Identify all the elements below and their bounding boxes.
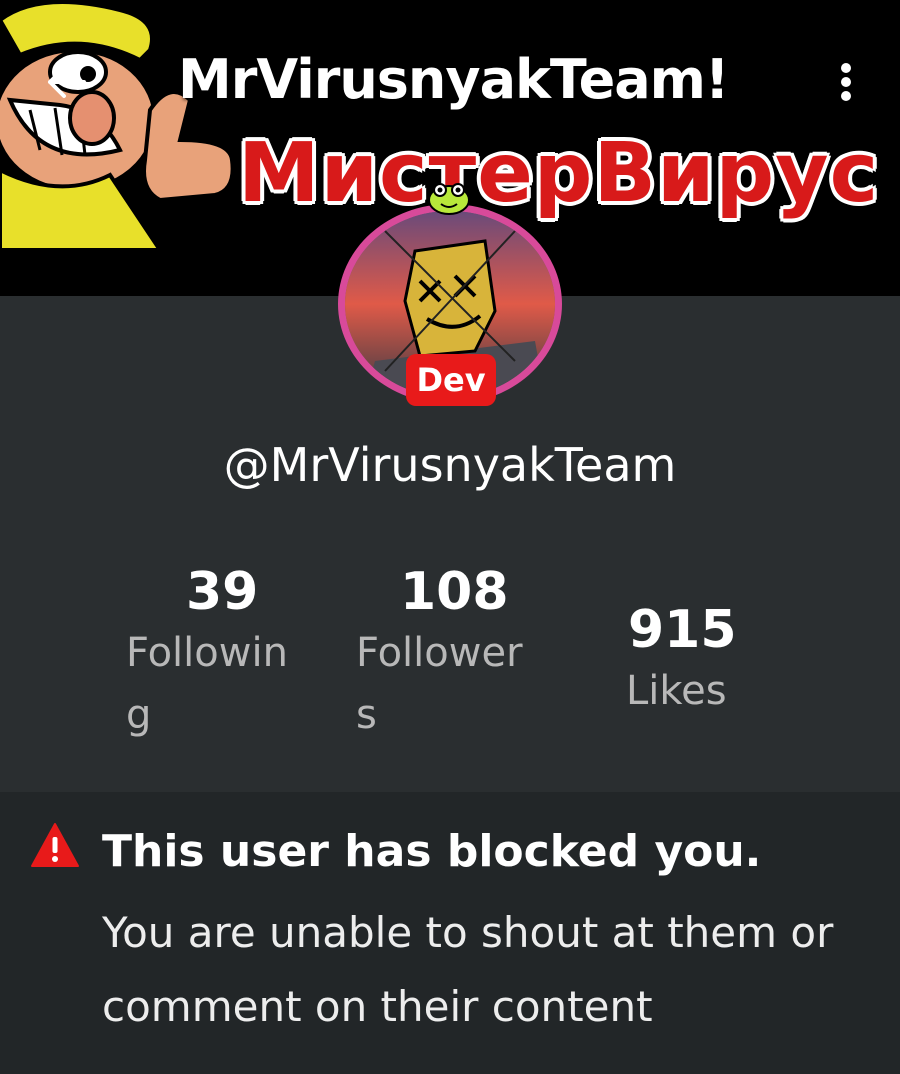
back-arrow-icon (48, 66, 86, 98)
likes-label: Likes (626, 668, 727, 714)
followers-count: 108 (400, 562, 509, 622)
following-label-line1: Followin (126, 630, 288, 676)
likes-count: 915 (628, 600, 737, 660)
notice-body: You are unable to shout at them or comme… (102, 908, 834, 1031)
following-stat[interactable]: 39 Followin g (126, 562, 316, 746)
banner-cartoon-image (0, 0, 235, 252)
followers-label-line2: s (356, 692, 377, 738)
more-options-button[interactable] (822, 54, 870, 110)
back-button[interactable] (38, 54, 94, 110)
username: @MrVirusnyakTeam (223, 438, 677, 492)
followers-stat[interactable]: 108 Follower s (356, 562, 556, 746)
followers-label-line1: Follower (356, 630, 523, 676)
more-vertical-icon (841, 63, 851, 101)
following-count: 39 (186, 562, 259, 622)
likes-stat[interactable]: 915 Likes (626, 600, 766, 722)
notice-title: This user has blocked you. (102, 826, 762, 877)
following-label-line2: g (126, 692, 152, 738)
warning-triangle-icon (31, 823, 79, 867)
frog-sticker-icon (428, 183, 470, 215)
dev-badge: Dev (406, 354, 496, 406)
page-title: MrVirusnyakTeam! (178, 48, 730, 111)
